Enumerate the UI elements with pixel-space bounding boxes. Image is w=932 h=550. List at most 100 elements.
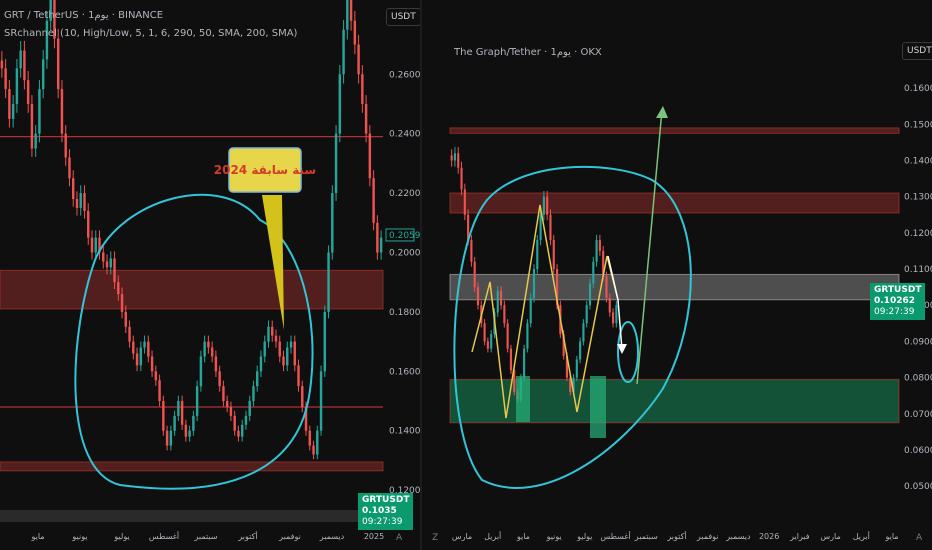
candle-body[interactable]	[11, 103, 15, 119]
candle-body[interactable]	[349, 0, 353, 21]
candle-body[interactable]	[72, 178, 75, 200]
candle-body[interactable]	[244, 415, 248, 425]
candle-body[interactable]	[379, 237, 383, 253]
candle-body[interactable]	[575, 359, 578, 378]
left-price-chart[interactable]: 0.2600 0.2400 0.2200 0.2000 0.1800 0.1600 0.14…	[0, 0, 420, 550]
candle-body[interactable]	[490, 334, 493, 349]
candle-body[interactable]	[297, 365, 300, 387]
left-auto-scale-icon[interactable]: A	[396, 533, 402, 543]
right-auto-scale-icon[interactable]: A	[916, 533, 922, 543]
candle-body[interactable]	[229, 406, 233, 416]
candle-body[interactable]	[237, 430, 240, 437]
candle-body[interactable]	[139, 347, 143, 366]
candle-body[interactable]	[289, 341, 293, 348]
candle-body[interactable]	[259, 356, 263, 372]
candle-body[interactable]	[4, 68, 7, 90]
candle-body[interactable]	[158, 380, 161, 402]
candle-body[interactable]	[195, 386, 199, 416]
candle-body[interactable]	[286, 347, 289, 366]
candle-body[interactable]	[588, 283, 592, 306]
candle-body[interactable]	[184, 424, 188, 437]
candle-body[interactable]	[499, 290, 503, 306]
candle-body[interactable]	[316, 430, 319, 455]
left-chart-pane[interactable]: 0.2600 0.2400 0.2200 0.2000 0.1800 0.1600 0.14…	[0, 0, 420, 550]
candle-body[interactable]	[263, 341, 266, 357]
candle-body[interactable]	[120, 294, 124, 312]
candle-body[interactable]	[169, 430, 173, 446]
candle-body[interactable]	[199, 356, 203, 387]
candle-body[interactable]	[605, 276, 608, 298]
candle-body[interactable]	[615, 305, 618, 324]
candle-body[interactable]	[41, 59, 45, 90]
candle-body[interactable]	[523, 348, 526, 378]
right-zoom-icon[interactable]: Z	[432, 533, 438, 543]
left-symbol-legend[interactable]: GRT / TetherUS · 1يوم · BINANCE	[4, 10, 163, 21]
candle-body[interactable]	[225, 401, 229, 407]
candle-body[interactable]	[453, 153, 457, 161]
candle-body[interactable]	[470, 240, 473, 262]
candle-body[interactable]	[608, 297, 611, 313]
candle-body[interactable]	[203, 341, 206, 357]
candle-body[interactable]	[308, 430, 311, 446]
candle-body[interactable]	[154, 371, 158, 381]
candle-body[interactable]	[486, 341, 489, 349]
candle-body[interactable]	[496, 290, 499, 313]
candle-body[interactable]	[509, 348, 513, 371]
candle-body[interactable]	[222, 386, 225, 402]
candle-body[interactable]	[274, 335, 278, 342]
candle-body[interactable]	[68, 157, 71, 179]
candle-body[interactable]	[473, 261, 476, 288]
candle-body[interactable]	[132, 341, 135, 354]
candle-body[interactable]	[368, 133, 372, 179]
candle-body[interactable]	[0, 60, 4, 69]
candle-body[interactable]	[207, 341, 210, 348]
candle-body[interactable]	[460, 167, 463, 190]
candle-body[interactable]	[579, 341, 582, 360]
candle-body[interactable]	[506, 323, 509, 349]
candle-body[interactable]	[214, 356, 218, 372]
candle-body[interactable]	[64, 133, 67, 158]
candle-body[interactable]	[19, 50, 22, 69]
candle-body[interactable]	[483, 323, 486, 342]
candle-body[interactable]	[342, 29, 345, 75]
candle-body[interactable]	[135, 353, 139, 366]
candle-body[interactable]	[293, 341, 296, 366]
candle-body[interactable]	[180, 401, 184, 425]
candle-body[interactable]	[113, 258, 116, 283]
candle-body[interactable]	[34, 133, 37, 149]
candle-body[interactable]	[323, 311, 327, 372]
candle-body[interactable]	[536, 240, 539, 270]
candle-body[interactable]	[128, 326, 131, 342]
left-indicator-legend[interactable]: SRchannel (10, High/Low, 5, 1, 6, 290, 5…	[4, 28, 297, 39]
candle-body[interactable]	[271, 326, 274, 336]
right-currency-badge[interactable]: USDT	[902, 42, 932, 60]
candle-body[interactable]	[102, 252, 105, 262]
candle-body[interactable]	[582, 323, 585, 342]
candle-body[interactable]	[476, 287, 480, 306]
candle-body[interactable]	[150, 356, 154, 372]
candle-body[interactable]	[240, 424, 244, 437]
candle-body[interactable]	[327, 252, 330, 312]
left-currency-badge[interactable]: USDT	[386, 8, 420, 26]
candle-body[interactable]	[457, 153, 460, 168]
candle-body[interactable]	[255, 371, 259, 387]
candle-body[interactable]	[56, 38, 60, 90]
candle-body[interactable]	[450, 155, 453, 161]
candle-body[interactable]	[109, 258, 112, 268]
candle-body[interactable]	[592, 261, 595, 284]
candle-body[interactable]	[546, 196, 549, 215]
right-symbol-legend[interactable]: The Graph/Tether · 1يوم · OKX	[454, 47, 602, 58]
candle-body[interactable]	[26, 80, 30, 104]
candle-body[interactable]	[45, 20, 49, 60]
candle-body[interactable]	[79, 193, 82, 208]
candle-body[interactable]	[147, 341, 150, 357]
candle-body[interactable]	[542, 196, 545, 215]
candle-body[interactable]	[503, 305, 506, 324]
candle-body[interactable]	[301, 386, 304, 407]
candle-body[interactable]	[529, 297, 532, 324]
candle-body[interactable]	[598, 240, 601, 251]
candle-body[interactable]	[30, 103, 34, 149]
green-target-arrow[interactable]	[636, 109, 663, 385]
candle-body[interactable]	[75, 199, 79, 208]
candle-body[interactable]	[526, 323, 529, 349]
